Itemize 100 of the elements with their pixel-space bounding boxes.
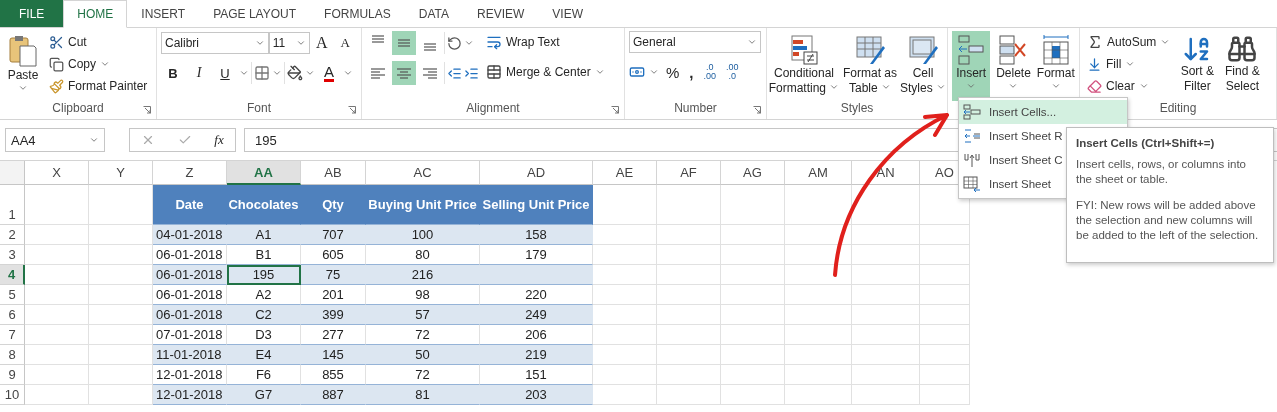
grid-cell[interactable]	[785, 245, 852, 265]
merge-center-button[interactable]: Merge & Center	[483, 61, 608, 83]
grid-cell[interactable]	[721, 285, 785, 305]
table-cell[interactable]: 81	[366, 385, 480, 405]
table-cell[interactable]: 72	[366, 365, 480, 385]
percent-button[interactable]: %	[663, 61, 683, 83]
font-color-button[interactable]: A	[317, 61, 341, 85]
grid-cell[interactable]	[657, 245, 721, 265]
table-cell[interactable]: B1	[227, 245, 301, 265]
grid-cell[interactable]	[25, 325, 89, 345]
table-cell[interactable]: 72	[366, 325, 480, 345]
copy-button[interactable]: Copy	[46, 53, 151, 75]
number-format-field[interactable]: General	[629, 31, 761, 53]
column-header[interactable]: AG	[721, 161, 785, 185]
table-cell[interactable]: 707	[301, 225, 366, 245]
grid-cell[interactable]	[785, 345, 852, 365]
table-cell[interactable]: 12-01-2018	[153, 365, 227, 385]
font-size-field[interactable]: 11	[268, 32, 311, 54]
grid-cell[interactable]	[852, 305, 920, 325]
increase-decimal-button[interactable]: .0 .00	[700, 61, 720, 83]
grid-cell[interactable]	[25, 345, 89, 365]
grid-cell[interactable]	[89, 265, 153, 285]
table-cell[interactable]: 06-01-2018	[153, 305, 227, 325]
table-cell[interactable]: 249	[480, 305, 593, 325]
grid-cell[interactable]	[785, 265, 852, 285]
grid-cell[interactable]	[89, 365, 153, 385]
table-cell[interactable]: C2	[227, 305, 301, 325]
cut-button[interactable]: Cut	[46, 31, 151, 53]
grid-cell[interactable]	[785, 225, 852, 245]
paste-button[interactable]: Paste	[4, 31, 42, 101]
grid-cell[interactable]	[785, 385, 852, 405]
table-cell[interactable]: 605	[301, 245, 366, 265]
comma-button[interactable]: ,	[686, 61, 697, 83]
bold-button[interactable]: B	[161, 61, 185, 85]
grid-cell[interactable]	[89, 225, 153, 245]
insert-button[interactable]: Insert	[952, 31, 991, 101]
grid-cell[interactable]	[593, 305, 657, 325]
grid-cell[interactable]	[657, 285, 721, 305]
column-header[interactable]: Z	[153, 161, 227, 185]
table-cell[interactable]: 151	[480, 365, 593, 385]
table-cell[interactable]: 50	[366, 345, 480, 365]
format-button[interactable]: Format	[1036, 31, 1075, 101]
grid-cell[interactable]	[593, 365, 657, 385]
table-cell[interactable]: 100	[366, 225, 480, 245]
horizontal-align-button[interactable]	[392, 61, 416, 85]
name-box[interactable]: AA4	[5, 128, 105, 152]
table-header-cell[interactable]: Selling Unit Price	[480, 185, 593, 225]
grid-cell[interactable]	[25, 385, 89, 405]
table-cell[interactable]: 216	[366, 265, 480, 285]
table-cell[interactable]: 06-01-2018	[153, 245, 227, 265]
grid-cell[interactable]	[852, 365, 920, 385]
grid-cell[interactable]	[25, 245, 89, 265]
grid-cell[interactable]	[721, 265, 785, 285]
font-name-field[interactable]: Calibri	[161, 32, 269, 54]
column-header[interactable]: AN	[852, 161, 920, 185]
table-cell[interactable]: 80	[366, 245, 480, 265]
grid-cell[interactable]	[920, 345, 970, 365]
grid-cell[interactable]	[593, 325, 657, 345]
table-cell[interactable]: 06-01-2018	[153, 285, 227, 305]
grid-cell[interactable]	[852, 225, 920, 245]
grid-cell[interactable]	[920, 325, 970, 345]
italic-button[interactable]: I	[187, 61, 211, 85]
grid-cell[interactable]	[593, 185, 657, 225]
grid-cell[interactable]	[920, 365, 970, 385]
grid-cell[interactable]	[852, 345, 920, 365]
grid-cell[interactable]	[721, 345, 785, 365]
grid-cell[interactable]	[920, 245, 970, 265]
grid-cell[interactable]	[657, 345, 721, 365]
grid-cell[interactable]	[920, 285, 970, 305]
table-cell[interactable]: 220	[480, 285, 593, 305]
grid-cell[interactable]	[785, 285, 852, 305]
table-cell[interactable]: 277	[301, 325, 366, 345]
insert-function-button[interactable]: fx	[214, 132, 224, 148]
ribbon-tab[interactable]: HOME	[63, 0, 128, 28]
table-cell[interactable]: 399	[301, 305, 366, 325]
find-select-button[interactable]: Find & Select	[1221, 31, 1264, 101]
row-header[interactable]: 2	[0, 225, 25, 245]
table-cell[interactable]: A2	[227, 285, 301, 305]
grid-cell[interactable]	[593, 345, 657, 365]
table-cell[interactable]: E4	[227, 345, 301, 365]
grid-cell[interactable]	[89, 185, 153, 225]
table-cell[interactable]: D3	[227, 325, 301, 345]
grid-cell[interactable]	[657, 225, 721, 245]
grid-cell[interactable]	[721, 365, 785, 385]
underline-button[interactable]: U	[213, 61, 237, 85]
grid-cell[interactable]	[852, 245, 920, 265]
grid-cell[interactable]	[89, 245, 153, 265]
row-header[interactable]: 10	[0, 385, 25, 405]
table-cell[interactable]: 158	[480, 225, 593, 245]
grid-cell[interactable]	[852, 185, 920, 225]
format-painter-button[interactable]: Format Painter	[46, 75, 151, 97]
grid-cell[interactable]	[89, 305, 153, 325]
row-header[interactable]: 6	[0, 305, 25, 325]
grid-cell[interactable]	[852, 285, 920, 305]
column-header[interactable]: AA	[227, 161, 301, 185]
grid-cell[interactable]	[920, 305, 970, 325]
decrease-decimal-button[interactable]: .00 .0	[723, 61, 742, 83]
grid-cell[interactable]	[89, 345, 153, 365]
row-header[interactable]: 1	[0, 185, 25, 225]
table-header-cell[interactable]: Qty	[301, 185, 366, 225]
